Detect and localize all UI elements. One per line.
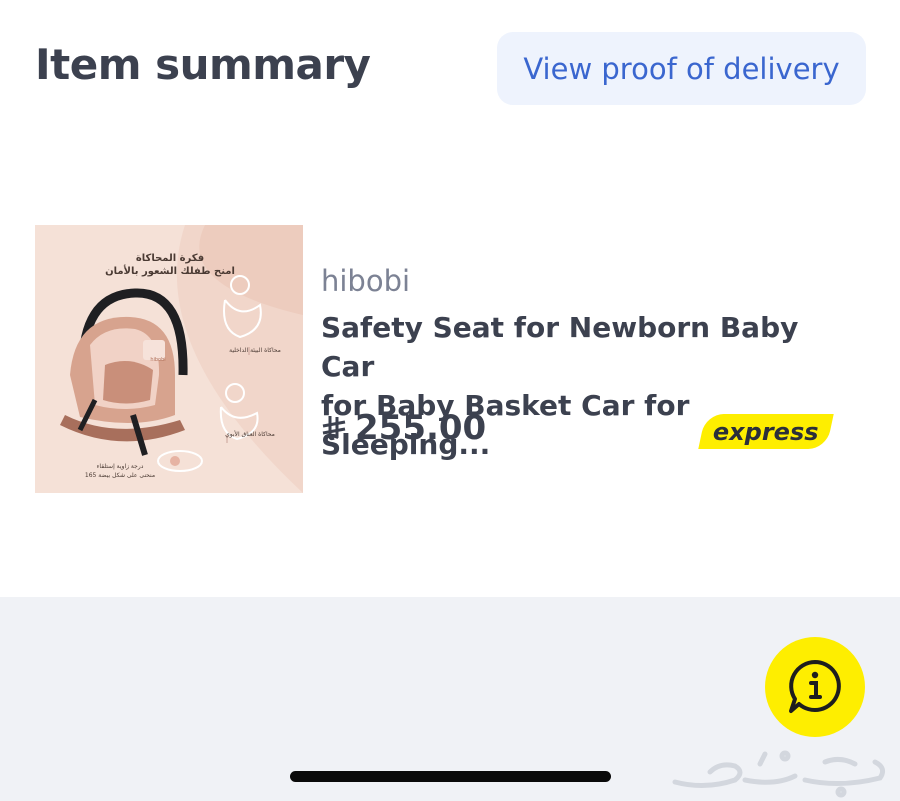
seat-brand-tag: hibobi: [150, 357, 166, 363]
price-value: 255.00: [355, 408, 487, 448]
view-proof-of-delivery-button[interactable]: View proof of delivery: [497, 32, 866, 105]
image-headline-1: فكرة المحاكاة: [135, 253, 205, 264]
express-badge-label: express: [713, 417, 819, 446]
image-label-3b: منحنى على شكل بيضة 165: [84, 472, 156, 479]
haraj-logo: [672, 750, 886, 798]
image-label-3a: درجة زاوية إستلقاء: [96, 463, 144, 470]
express-badge: express: [698, 414, 834, 449]
image-label-2: محاكاة العناق الأبوي: [225, 431, 275, 438]
image-headline-2: امنح طفلك الشعور بالأمان: [105, 266, 235, 277]
image-label-1: محاكاة البيئة الداخلية: [229, 347, 281, 354]
saudi-riyal-icon: [322, 416, 346, 441]
brand-name[interactable]: hibobi: [321, 264, 410, 298]
home-indicator: [290, 771, 611, 782]
product-image[interactable]: فكرة المحاكاة امنح طفلك الشعور بالأمان م…: [35, 225, 303, 493]
info-button[interactable]: [765, 637, 865, 737]
product-title-line-1: Safety Seat for Newborn Baby Car: [321, 311, 799, 383]
info-icon: [789, 660, 841, 713]
page-title: Item summary: [35, 40, 371, 89]
price-row: 255.00: [321, 408, 486, 448]
